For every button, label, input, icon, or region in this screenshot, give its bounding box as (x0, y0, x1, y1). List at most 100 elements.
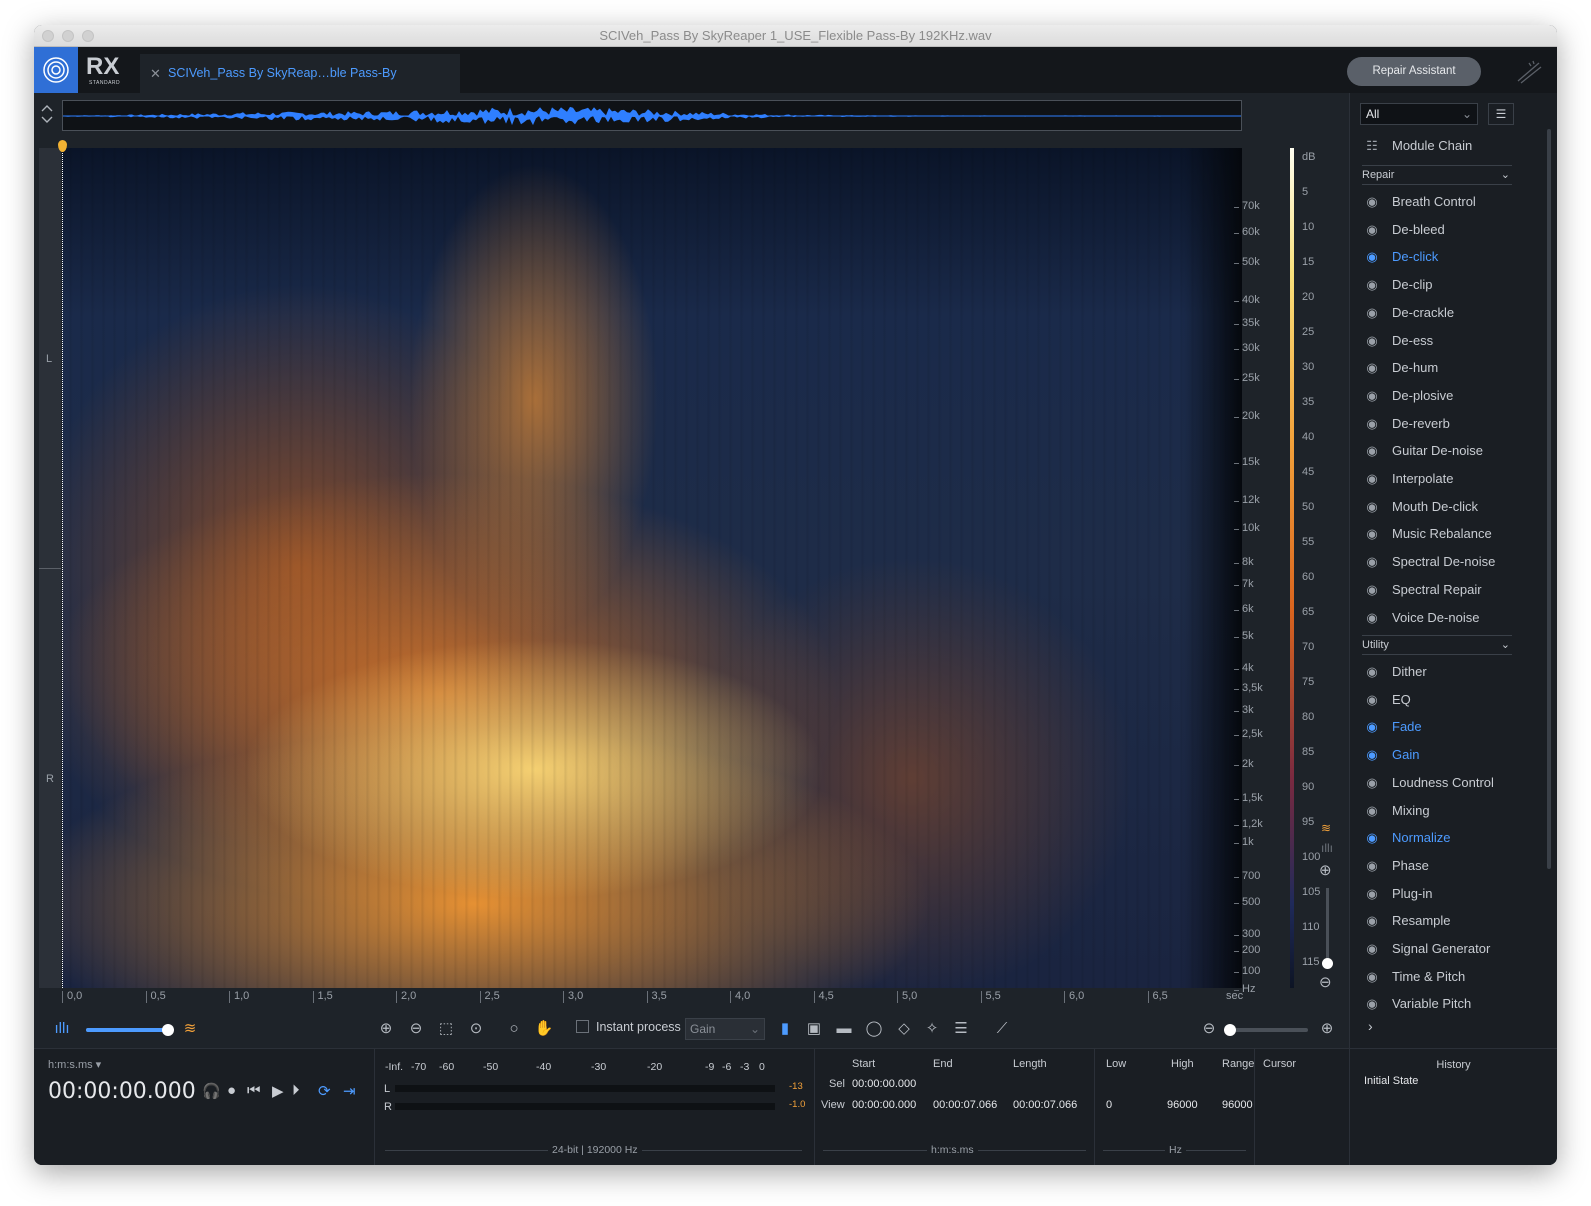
zoom-selection-icon[interactable]: ⬚ (436, 1019, 456, 1039)
freq-tick: 4k (1234, 662, 1254, 674)
module-item[interactable]: ◉ Fade (1362, 714, 1542, 740)
module-item[interactable]: ◉ Breath Control (1362, 189, 1542, 215)
spectrogram-view[interactable] (62, 148, 1242, 988)
spectrogram-opacity-icon[interactable]: ≋ (180, 1019, 200, 1039)
horizontal-zoom-slider[interactable] (1224, 1024, 1308, 1036)
channel-ruler[interactable]: L R (39, 148, 61, 988)
module-item[interactable]: ◉ De-hum (1362, 355, 1542, 381)
eq-icon: ◉ (1366, 691, 1378, 707)
module-item[interactable]: ◉ Resample (1362, 908, 1542, 934)
menu-icon[interactable]: ☰ (1488, 103, 1514, 125)
zoom-tool-icon[interactable]: ○ (504, 1019, 524, 1039)
module-item[interactable]: ◉ Mixing (1362, 798, 1542, 824)
horizontal-zoom-out-icon[interactable]: ⊖ (1199, 1019, 1219, 1039)
module-label: De-plosive (1392, 387, 1454, 403)
module-filter-select[interactable]: All ⌄ (1360, 103, 1478, 125)
waveform-mode-icon[interactable]: ıllı (1321, 841, 1333, 855)
close-window-button[interactable] (42, 30, 54, 42)
zoom-in-icon[interactable]: ⊕ (376, 1019, 396, 1039)
module-item[interactable]: ◉ Dither (1362, 659, 1542, 685)
view-length-value[interactable]: 00:00:07.066 (1013, 1099, 1077, 1111)
minimize-window-button[interactable] (62, 30, 74, 42)
magic-wand-icon[interactable]: ✧ (922, 1019, 942, 1039)
zoom-window-button[interactable] (82, 30, 94, 42)
instant-process-select[interactable]: Gain ⌄ (685, 1018, 765, 1040)
repair-section-header[interactable]: Repair ⌄ (1362, 165, 1512, 185)
brush-icon[interactable]: ◇ (894, 1019, 914, 1039)
skip-back-icon[interactable]: ⏮ (247, 1082, 261, 1099)
module-item[interactable]: ◉ Variable Pitch (1362, 991, 1542, 1017)
zoom-out-vertical-icon[interactable]: ⊖ (1319, 973, 1332, 991)
module-item[interactable]: ◉ Interpolate (1362, 466, 1542, 492)
meter-scale-tick: -40 (536, 1061, 552, 1073)
follow-playhead-icon[interactable]: ⇥ (343, 1082, 356, 1100)
utility-section-header[interactable]: Utility ⌄ (1362, 635, 1512, 655)
history-item[interactable]: Initial State (1364, 1075, 1418, 1087)
gain-envelope-icon[interactable]: ⟋ (992, 1019, 1012, 1039)
module-item[interactable]: ◉ De-reverb (1362, 411, 1542, 437)
zoom-in-vertical-icon[interactable]: ⊕ (1319, 861, 1332, 879)
module-item[interactable]: ◉ Voice De-noise (1362, 605, 1542, 631)
sidebar-scrollbar[interactable] (1547, 129, 1551, 869)
expand-sidebar-icon[interactable]: › (1368, 1018, 1373, 1034)
module-item[interactable]: ◉ Phase (1362, 853, 1542, 879)
instant-process-checkbox[interactable] (576, 1020, 589, 1033)
module-item[interactable]: ◉ Spectral Repair (1362, 577, 1542, 603)
time-frequency-selection-icon[interactable]: ▣ (804, 1019, 824, 1039)
wand-icon[interactable] (1515, 59, 1543, 85)
module-item[interactable]: ◉ Time & Pitch (1362, 964, 1542, 990)
channel-right-label: R (46, 773, 54, 785)
repair-assistant-button[interactable]: Repair Assistant (1347, 57, 1481, 86)
module-item[interactable]: ◉ Plug-in (1362, 881, 1542, 907)
low-value[interactable]: 0 (1106, 1099, 1112, 1111)
instant-process-toggle[interactable]: Instant process (576, 1020, 681, 1034)
time-selection-icon[interactable]: ▮ (775, 1019, 795, 1039)
waveform-overview[interactable] (62, 100, 1242, 131)
module-item[interactable]: ◉ Guitar De-noise (1362, 438, 1542, 464)
vertical-zoom-slider[interactable] (1322, 888, 1333, 969)
time-format-select[interactable]: h:m:s.ms ▾ (48, 1058, 101, 1071)
expand-collapse-icon[interactable] (40, 103, 54, 125)
sel-start-value[interactable]: 00:00:00.000 (852, 1078, 916, 1090)
module-chain-item[interactable]: ☷ Module Chain (1362, 133, 1542, 159)
spectrogram-mode-icon[interactable]: ≋ (1321, 821, 1331, 835)
module-item[interactable]: ◉ De-click (1362, 244, 1542, 270)
module-item[interactable]: ◉ Gain (1362, 742, 1542, 768)
zoom-out-icon[interactable]: ⊖ (406, 1019, 426, 1039)
spectrogram-opacity-slider[interactable] (86, 1024, 174, 1036)
high-value[interactable]: 96000 (1167, 1099, 1198, 1111)
file-tab[interactable]: ✕ SCIVeh_Pass By SkyReap…ble Pass-By 192… (140, 54, 460, 119)
module-label: Signal Generator (1392, 941, 1491, 956)
module-item[interactable]: ◉ Normalize (1362, 825, 1542, 851)
horizontal-zoom-in-icon[interactable]: ⊕ (1317, 1019, 1337, 1039)
db-tick: 40 (1302, 431, 1315, 443)
module-item[interactable]: ◉ Music Rebalance (1362, 521, 1542, 547)
hand-tool-icon[interactable]: ✋ (534, 1019, 554, 1039)
module-item[interactable]: ◉ Loudness Control (1362, 770, 1542, 796)
frequency-selection-icon[interactable]: ▬ (834, 1019, 854, 1039)
close-tab-icon[interactable]: ✕ (150, 54, 161, 93)
db-tick: 25 (1302, 326, 1315, 338)
view-start-value[interactable]: 00:00:00.000 (852, 1099, 916, 1111)
module-item[interactable]: ◉ De-bleed (1362, 217, 1542, 243)
module-item[interactable]: ◉ Spectral De-noise (1362, 549, 1542, 575)
module-item[interactable]: ◉ Signal Generator (1362, 936, 1542, 962)
selection-info: Start End Length Sel 00:00:00.000 View 0… (814, 1049, 1094, 1165)
range-value[interactable]: 96000 (1222, 1099, 1253, 1111)
module-item[interactable]: ◉ De-clip (1362, 272, 1542, 298)
lasso-icon[interactable]: ◯ (864, 1019, 884, 1039)
record-icon[interactable]: ● (227, 1082, 236, 1099)
zoom-fit-icon[interactable]: ⊙ (466, 1019, 486, 1039)
play-selection-icon[interactable]: ⏵ (292, 1082, 300, 1099)
module-item[interactable]: ◉ De-plosive (1362, 383, 1542, 409)
module-item[interactable]: ◉ EQ (1362, 687, 1542, 713)
module-item[interactable]: ◉ De-crackle (1362, 300, 1542, 326)
play-icon[interactable]: ▶ (272, 1082, 284, 1100)
waveform-opacity-icon[interactable]: ıllı (52, 1019, 72, 1039)
module-item[interactable]: ◉ De-ess (1362, 328, 1542, 354)
view-end-value[interactable]: 00:00:07.066 (933, 1099, 997, 1111)
loop-icon[interactable]: ⟳ (318, 1082, 331, 1100)
headphones-icon[interactable]: 🎧 (202, 1082, 221, 1100)
module-item[interactable]: ◉ Mouth De-click (1362, 494, 1542, 520)
harmonic-selection-icon[interactable]: ☰ (951, 1019, 971, 1039)
